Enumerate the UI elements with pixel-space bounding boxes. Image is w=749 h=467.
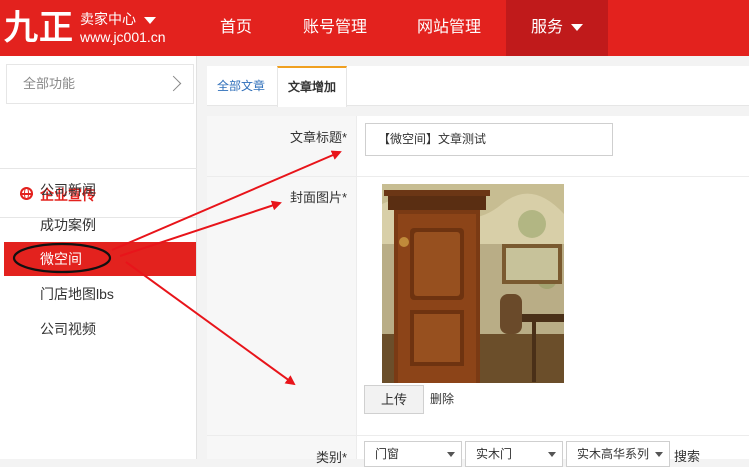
caret-down-icon (144, 16, 156, 24)
upload-button[interactable]: 上传 (364, 385, 424, 414)
nav-services-label: 服务 (530, 19, 563, 36)
all-functions-button[interactable]: 全部功能 (6, 64, 194, 104)
caret-down-icon (571, 24, 583, 32)
tab-add-article[interactable]: 文章增加 (277, 66, 348, 107)
title-label: 文章标题* (289, 130, 347, 145)
chevron-right-icon (165, 75, 182, 92)
article-title-input[interactable]: 【微空间】文章测试 (365, 123, 613, 156)
sidebar-item-company-video[interactable]: 公司视频 (0, 312, 197, 346)
nav-website-management[interactable]: 网站管理 (402, 0, 496, 56)
cover-image-preview (382, 184, 564, 383)
chevron-down-icon (548, 452, 556, 457)
sidebar-item-micro-space[interactable]: 微空间 (4, 242, 196, 276)
tab-bar: 全部文章 文章增加 (207, 66, 749, 107)
search-button[interactable]: 搜索 (674, 446, 700, 465)
seller-center-menu[interactable]: 卖家中心 (80, 10, 156, 28)
nav-account-management[interactable]: 账号管理 (288, 0, 382, 56)
site-domain: www.jc001.cn (80, 29, 166, 45)
sidebar: 全部功能 企业宣传 公司新闻 成功案例 微空间 门店地图lbs 公司视频 (0, 56, 197, 459)
nav-services[interactable]: 服务 (506, 0, 608, 56)
door-image (382, 184, 564, 383)
logo[interactable]: 九正 (4, 8, 74, 48)
category-select-1[interactable]: 门窗 (364, 441, 462, 467)
sidebar-item-store-map-lbs[interactable]: 门店地图lbs (0, 277, 197, 311)
row-divider (207, 176, 749, 177)
label-column (207, 116, 357, 459)
category-select-2[interactable]: 实木门 (465, 441, 563, 467)
chevron-down-icon (655, 452, 663, 457)
row-divider (207, 435, 749, 436)
sidebar-item-company-news[interactable]: 公司新闻 (0, 173, 197, 207)
category-select-3[interactable]: 实木高华系列 (566, 441, 670, 467)
nav-home[interactable]: 首页 (206, 0, 266, 56)
tab-all-articles[interactable]: 全部文章 (207, 66, 275, 106)
chevron-down-icon (447, 452, 455, 457)
cover-image-label: 封面图片* (289, 190, 347, 205)
top-bar: 九正 卖家中心 www.jc001.cn 首页 账号管理 网站管理 服务 (0, 0, 749, 56)
category-label: 类别* (315, 450, 347, 465)
seller-center-label: 卖家中心 (80, 11, 136, 27)
all-functions-label: 全部功能 (23, 76, 76, 91)
sidebar-item-success-cases[interactable]: 成功案例 (0, 208, 197, 242)
delete-link[interactable]: 删除 (430, 390, 454, 407)
